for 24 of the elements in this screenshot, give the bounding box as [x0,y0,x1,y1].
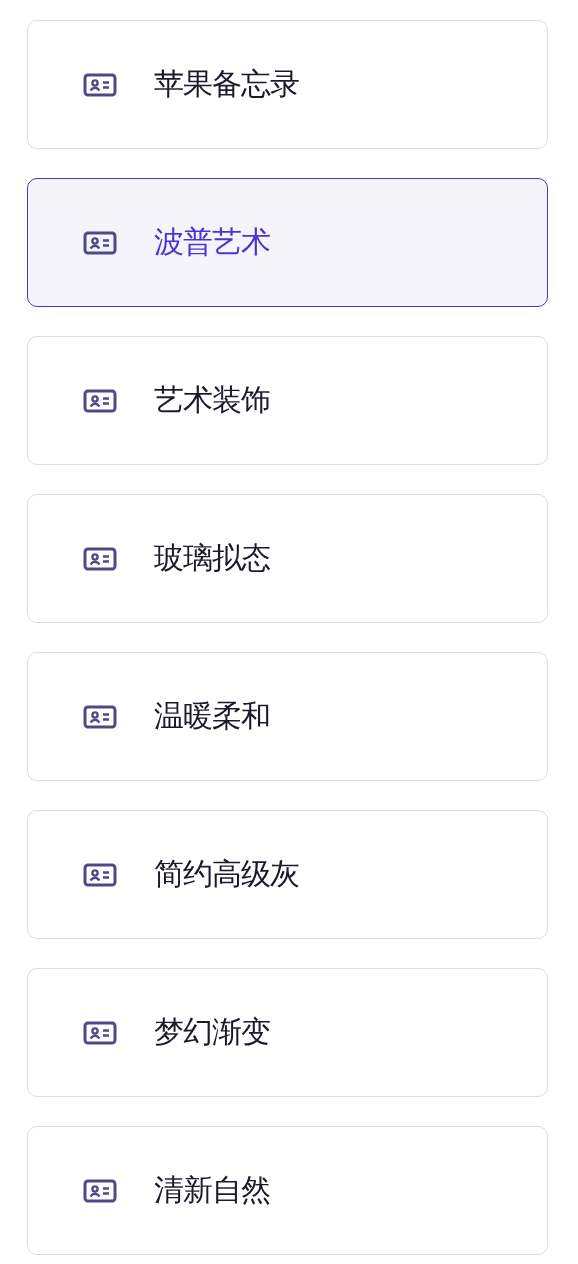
id-card-icon [83,388,117,413]
option-label: 苹果备忘录 [154,65,299,103]
style-option-card[interactable]: 梦幻渐变 [27,968,548,1097]
id-card-icon [83,862,117,887]
style-option-card[interactable]: 玻璃拟态 [27,494,548,623]
id-card-icon [83,546,117,571]
style-option-card[interactable]: 苹果备忘录 [27,20,548,149]
style-option-card[interactable]: 简约高级灰 [27,810,548,939]
option-label: 简约高级灰 [154,855,299,893]
style-option-card[interactable]: 波普艺术 [27,178,548,307]
option-label: 清新自然 [154,1171,270,1209]
id-card-icon [83,72,117,97]
option-label: 梦幻渐变 [154,1013,270,1051]
option-label: 玻璃拟态 [154,539,270,577]
style-option-card[interactable]: 温暖柔和 [27,652,548,781]
id-card-icon [83,704,117,729]
id-card-icon [83,230,117,255]
option-label: 波普艺术 [154,223,270,261]
style-option-card[interactable]: 艺术装饰 [27,336,548,465]
style-option-card[interactable]: 清新自然 [27,1126,548,1255]
id-card-icon [83,1020,117,1045]
option-label: 温暖柔和 [154,697,270,735]
option-label: 艺术装饰 [154,381,270,419]
id-card-icon [83,1178,117,1203]
